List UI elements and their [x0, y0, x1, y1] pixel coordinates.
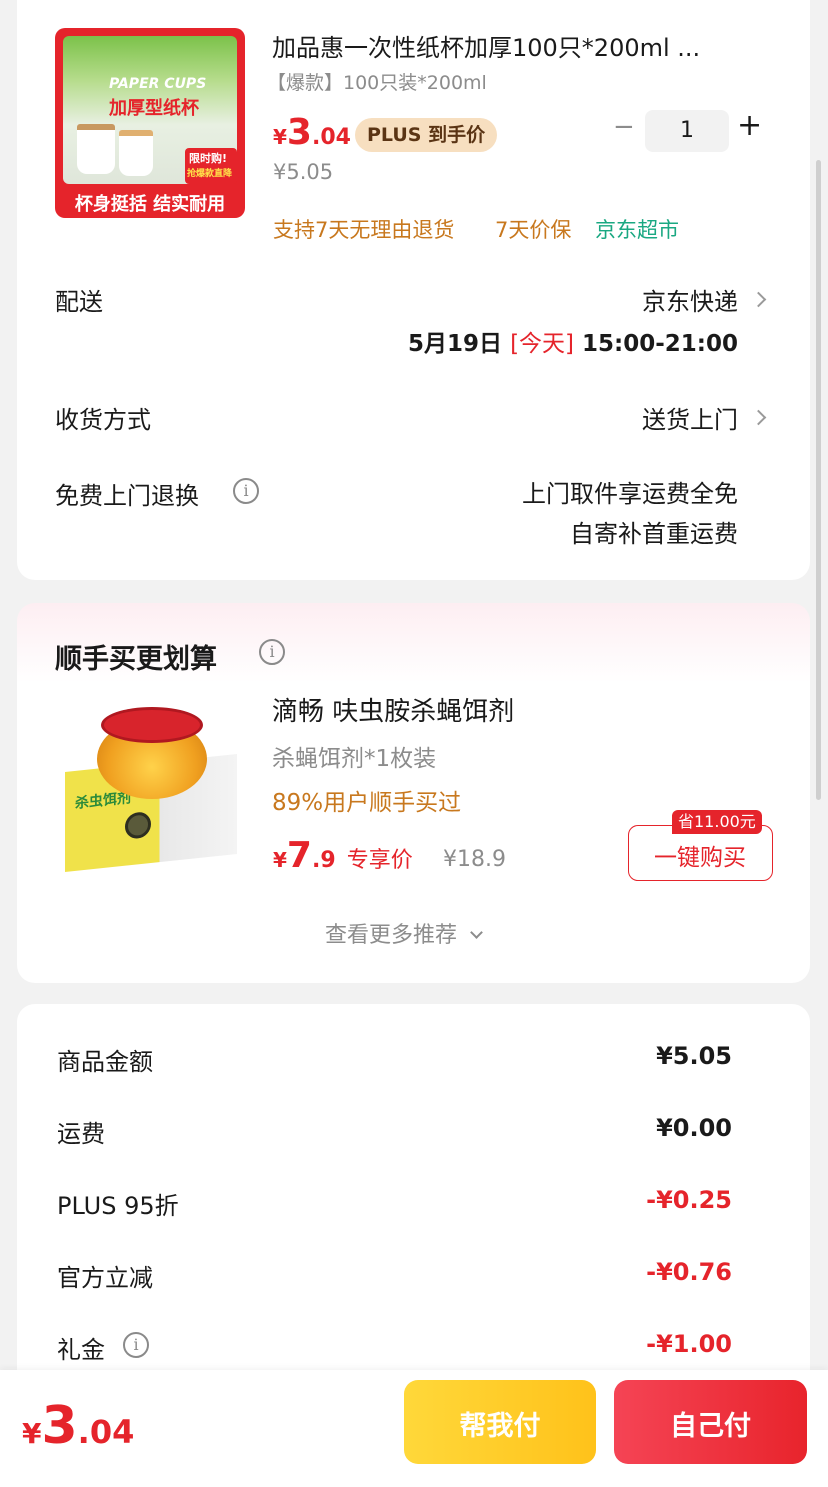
- qty-input[interactable]: 1: [645, 110, 729, 152]
- total-price: ¥3.04: [22, 1396, 134, 1456]
- summary-label-gift: 礼金: [57, 1336, 105, 1364]
- help-pay-label: 帮我付: [459, 1411, 541, 1442]
- help-pay-button[interactable]: 帮我付: [404, 1380, 596, 1464]
- qty-increase-button[interactable]: +: [737, 108, 762, 143]
- recommend-item-stat: 89%用户顺手买过: [272, 790, 462, 816]
- service-tag-return: 支持7天无理由退货: [273, 218, 455, 242]
- see-more-link[interactable]: 查看更多推荐: [325, 917, 483, 949]
- info-icon[interactable]: i: [123, 1332, 149, 1358]
- plus-price-badge: PLUS 到手价: [355, 118, 498, 152]
- product-card: PAPER CUPS 加厚型纸杯 限时购! 抢爆款直降 杯身挺括 结实耐用 加品…: [17, 0, 810, 580]
- product-price: ¥3.04: [273, 112, 351, 153]
- summary-value-official: -¥0.76: [646, 1258, 732, 1286]
- price-int: 7: [286, 835, 312, 876]
- qty-decrease-button[interactable]: −: [613, 112, 635, 142]
- info-icon[interactable]: i: [259, 639, 285, 665]
- info-icon[interactable]: i: [233, 478, 259, 504]
- chevron-right-icon[interactable]: [750, 409, 767, 426]
- price-dec: .9: [311, 848, 336, 873]
- price-symbol: ¥: [22, 1417, 42, 1450]
- price-int: 3: [41, 1396, 78, 1456]
- price-symbol: ¥: [273, 125, 287, 149]
- recommend-price: ¥7.9 专享价: [273, 835, 413, 876]
- buy-button-label: 一键购买: [654, 845, 746, 871]
- cup-shape: [119, 130, 153, 176]
- receive-label: 收货方式: [55, 406, 151, 434]
- product-title[interactable]: 加品惠一次性纸杯加厚100只*200ml ...: [272, 28, 700, 63]
- price-symbol: ¥: [273, 848, 287, 872]
- delivery-date: 5月19日: [408, 331, 503, 357]
- product-image-banner: PAPER CUPS: [109, 76, 207, 92]
- recommend-card: 顺手买更划算 i 杀虫饵剂 滴畅 呋虫胺杀蝇饵剂 杀蝇饵剂*1枚装 89%用户顺…: [17, 603, 810, 983]
- summary-value-goods: ¥5.05: [656, 1042, 732, 1070]
- product-image-title: 加厚型纸杯: [109, 98, 199, 119]
- bottom-bar: ¥3.04 帮我付 自己付: [0, 1370, 828, 1487]
- chevron-right-icon[interactable]: [750, 291, 767, 308]
- receive-value[interactable]: 送货上门: [642, 400, 738, 435]
- summary-card: 商品金额 ¥5.05 运费 ¥0.00 PLUS 95折 -¥0.25 官方立减…: [17, 1004, 810, 1424]
- recommend-orig-price: ¥18.9: [443, 847, 506, 872]
- see-more-label: 查看更多推荐: [325, 923, 458, 948]
- delivery-window: 15:00-21:00: [582, 331, 738, 357]
- service-tag-price-protect: 7天价保: [495, 218, 572, 242]
- price-tag: 专享价: [346, 848, 413, 873]
- scrollbar[interactable]: [816, 160, 821, 800]
- cup-shape: [77, 124, 115, 174]
- summary-value-gift: -¥1.00: [646, 1330, 732, 1358]
- chevron-down-icon: [470, 926, 483, 939]
- product-image-badge: 限时购! 抢爆款直降: [185, 148, 237, 184]
- recommend-item-image[interactable]: 杀虫饵剂: [57, 693, 245, 881]
- store-tag[interactable]: 京东超市: [595, 214, 679, 244]
- summary-label-goods: 商品金额: [57, 1048, 153, 1076]
- product-image-label: 杯身挺括 结实耐用: [74, 194, 226, 215]
- returns-label: 免费上门退换: [55, 482, 199, 510]
- price-int: 3: [286, 112, 312, 153]
- recommend-title: 顺手买更划算: [55, 644, 217, 675]
- summary-label-plus: PLUS 95折: [57, 1192, 179, 1220]
- delivery-today: [今天]: [510, 331, 575, 357]
- bait-lid: [101, 707, 203, 743]
- save-badge: 省11.00元: [672, 810, 762, 834]
- fly-icon: [125, 811, 151, 840]
- price-dec: .04: [311, 125, 351, 150]
- summary-label-shipping: 运费: [57, 1120, 105, 1148]
- summary-value-shipping: ¥0.00: [656, 1114, 732, 1142]
- recommend-item-spec: 杀蝇饵剂*1枚装: [272, 746, 437, 772]
- delivery-time[interactable]: 5月19日 [今天] 15:00-21:00: [408, 324, 738, 358]
- returns-line1: 上门取件享运费全免: [522, 480, 738, 508]
- returns-line2: 自寄补首重运费: [570, 520, 738, 548]
- recommend-item-title[interactable]: 滴畅 呋虫胺杀蝇饵剂: [272, 691, 514, 728]
- summary-value-plus: -¥0.25: [646, 1186, 732, 1214]
- price-dec: .04: [77, 1413, 135, 1451]
- product-spec[interactable]: 【爆款】100只装*200ml: [267, 68, 487, 95]
- self-pay-label: 自己付: [670, 1411, 751, 1442]
- delivery-label: 配送: [55, 288, 103, 316]
- original-price: ¥5.05: [273, 160, 334, 184]
- delivery-carrier[interactable]: 京东快递: [642, 282, 738, 317]
- self-pay-button[interactable]: 自己付: [614, 1380, 807, 1464]
- product-image-package: PAPER CUPS 加厚型纸杯 限时购! 抢爆款直降: [63, 36, 237, 184]
- summary-label-official: 官方立减: [57, 1264, 153, 1292]
- product-image[interactable]: PAPER CUPS 加厚型纸杯 限时购! 抢爆款直降 杯身挺括 结实耐用: [55, 28, 245, 218]
